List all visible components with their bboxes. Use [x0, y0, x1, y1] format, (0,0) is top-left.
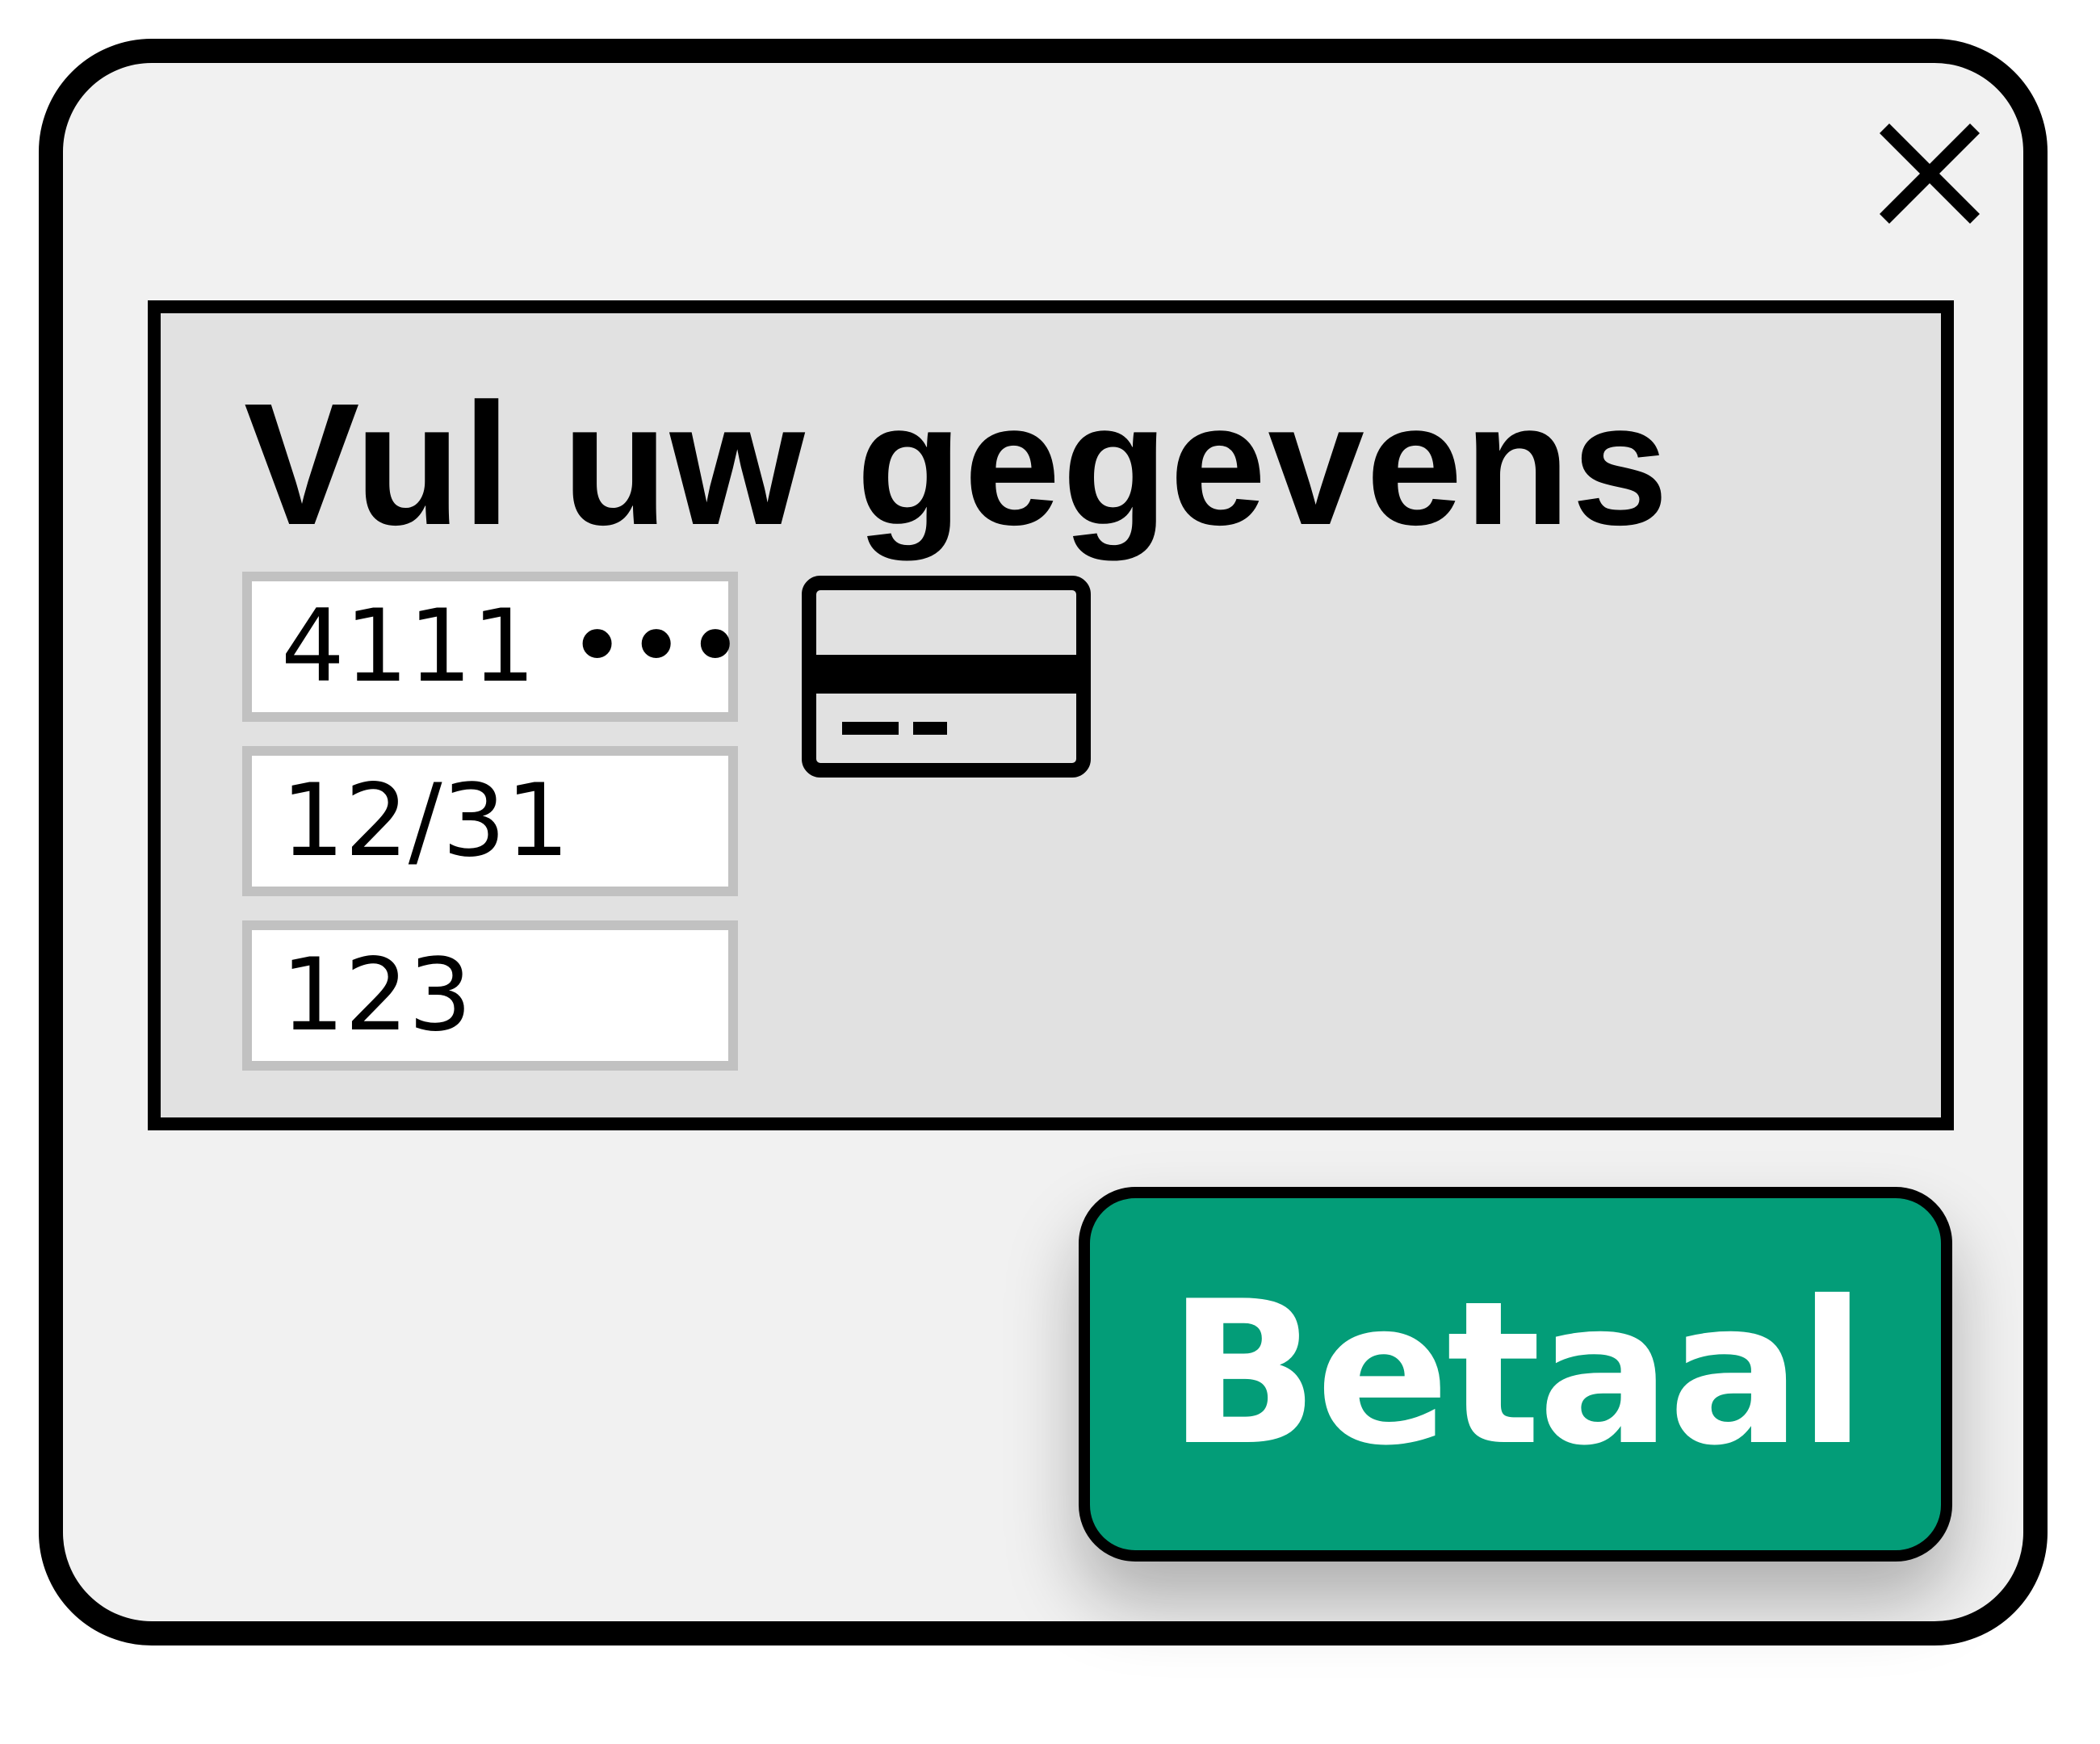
card-number-value: 4111 ••• — [281, 589, 745, 705]
pay-button[interactable]: Betaal — [1079, 1187, 1952, 1562]
close-icon — [1879, 123, 1981, 224]
pay-button-label: Betaal — [1167, 1259, 1867, 1489]
dialog-title: Vul uw gegevens — [244, 367, 1670, 561]
cvc-value: 123 — [281, 937, 472, 1054]
card-number-field[interactable]: 4111 ••• — [242, 572, 744, 722]
expiry-date-value: 12/31 — [281, 763, 570, 879]
cvc-field[interactable]: 123 — [242, 920, 738, 1071]
expiry-date-field[interactable]: 12/31 — [242, 746, 738, 896]
close-button[interactable] — [1873, 117, 1986, 230]
credit-card-icon — [802, 576, 1091, 778]
